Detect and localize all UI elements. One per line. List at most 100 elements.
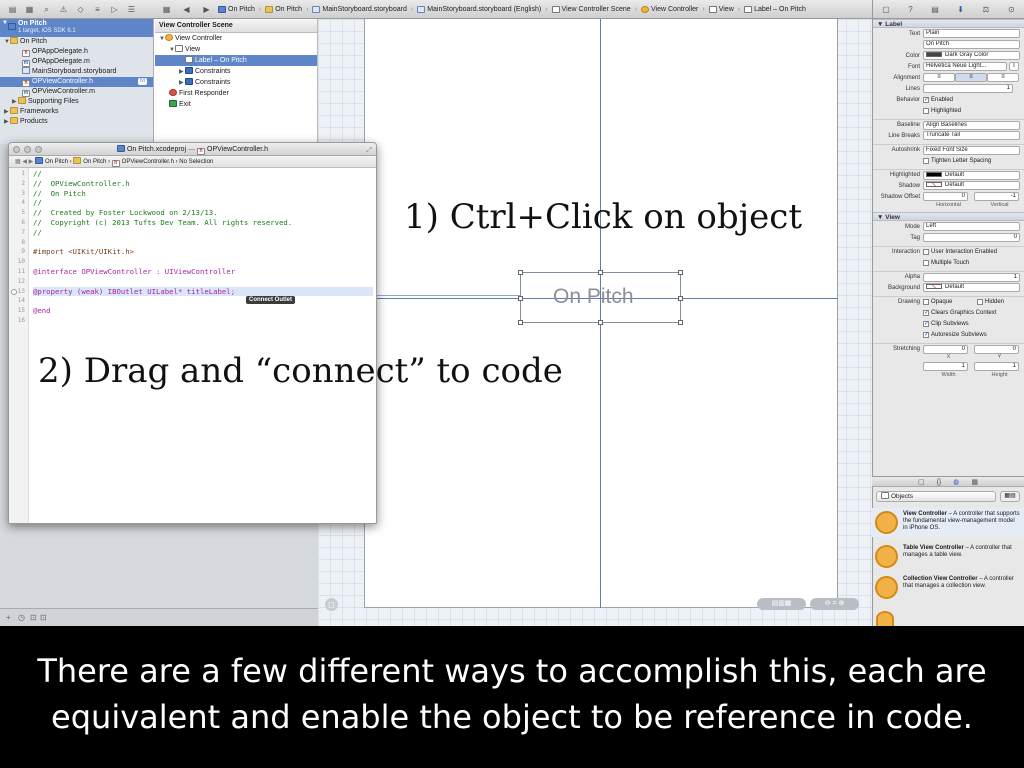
resize-handle[interactable] <box>678 320 683 325</box>
resize-handle[interactable] <box>678 296 683 301</box>
connections-inspector-icon[interactable]: ⊙ <box>1008 5 1015 14</box>
forward-arrow-icon[interactable]: ▶ <box>201 5 212 14</box>
back-arrow-icon[interactable]: ◀ <box>22 159 27 165</box>
autoresize-checkbox[interactable]: ✓ <box>923 331 929 338</box>
filter-icon[interactable]: ⊡ <box>40 613 47 622</box>
breadcrumb-folder[interactable]: On Pitch <box>265 5 302 13</box>
line-breaks-select[interactable]: Truncate Tail <box>923 131 1020 140</box>
navigator-item[interactable]: ▶ Frameworks <box>0 107 153 117</box>
project-icon[interactable]: ▦ <box>24 5 35 14</box>
forward-arrow-icon[interactable]: ▶ <box>29 159 34 165</box>
view-mode-toggle[interactable]: ▦▤ <box>1000 491 1020 502</box>
navigator-item[interactable]: m OPViewController.m <box>0 87 153 97</box>
jump-crumb[interactable]: No Selection <box>179 159 213 165</box>
breadcrumb-scene[interactable]: View Controller Scene <box>551 5 631 13</box>
log-icon[interactable]: ☰ <box>126 5 137 14</box>
layout-controls[interactable]: ▤▥▦ <box>757 598 806 610</box>
minimize-window-icon[interactable] <box>24 146 31 153</box>
align-right-icon[interactable]: ≡ <box>987 73 1019 82</box>
baseline-select[interactable]: Align Baselines <box>923 120 1020 130</box>
user-interaction-checkbox[interactable] <box>923 249 929 255</box>
project-root-item[interactable]: ▼ On Pitch 1 target, iOS SDK 6.1 <box>0 19 153 37</box>
breadcrumb-label[interactable]: Label – On Pitch <box>744 5 806 13</box>
related-items-icon[interactable]: ▦ <box>161 5 172 14</box>
add-icon[interactable]: + <box>6 613 11 622</box>
breakpoint-icon[interactable]: ▷ <box>109 5 120 14</box>
enabled-checkbox[interactable]: ✓ <box>923 96 929 103</box>
jump-crumb[interactable]: On Pitch <box>83 159 106 165</box>
font-picker-icon[interactable]: T <box>1009 62 1019 71</box>
resize-handle[interactable] <box>518 270 523 275</box>
breadcrumb-storyboard[interactable]: MainStoryboard.storyboard <box>312 5 407 13</box>
outline-item-selected[interactable]: Label – On Pitch <box>155 55 317 66</box>
code-snippet-icon[interactable]: {} <box>937 477 942 486</box>
back-arrow-icon[interactable]: ◀ <box>181 5 192 14</box>
hidden-checkbox[interactable] <box>977 299 983 305</box>
test-icon[interactable]: ◇ <box>75 5 86 14</box>
font-field[interactable]: Helvetica Neue Light... <box>923 62 1007 71</box>
autoshrink-select[interactable]: Fixed Font Size <box>923 145 1020 155</box>
outline-item[interactable]: ▼ View Controller <box>155 33 317 44</box>
debug-icon[interactable]: ≡ <box>92 5 103 14</box>
tighten-checkbox[interactable] <box>923 157 929 164</box>
multiple-touch-checkbox[interactable] <box>923 259 929 266</box>
breadcrumb-project[interactable]: On Pitch <box>218 5 255 13</box>
zoom-controls[interactable]: ⊖ = ⊕ <box>810 598 859 610</box>
align-center-icon[interactable]: ≡ <box>955 73 987 82</box>
navigator-item[interactable]: ▶ Products <box>0 117 153 127</box>
jump-crumb[interactable]: On Pitch <box>45 159 68 165</box>
breadcrumb-view-controller[interactable]: View Controller <box>641 5 698 13</box>
stretch-x-field[interactable]: 0 <box>923 344 968 354</box>
shadow-offset-x-field[interactable]: 0 <box>923 192 968 201</box>
file-template-icon[interactable]: ▢ <box>918 477 925 486</box>
on-pitch-label[interactable]: On Pitch <box>553 285 634 309</box>
shadow-color-select[interactable]: Default <box>923 181 1020 190</box>
text-value-field[interactable]: On Pitch <box>923 40 1020 49</box>
breadcrumb-storyboard-english[interactable]: MainStoryboard.storyboard (English) <box>417 5 541 13</box>
breadcrumb-view[interactable]: View <box>708 5 734 13</box>
resize-handle[interactable] <box>598 270 603 275</box>
clears-context-checkbox[interactable]: ✓ <box>923 309 929 316</box>
library-item[interactable]: View Controller – A controller that supp… <box>872 508 1024 537</box>
outline-item[interactable]: ▼ View <box>155 44 317 55</box>
navigator-item[interactable]: ▼ On Pitch <box>0 37 153 47</box>
align-left-icon[interactable]: ≡ <box>923 73 955 82</box>
outlet-connection-circle-icon[interactable] <box>11 289 17 295</box>
opaque-checkbox[interactable] <box>923 299 929 305</box>
object-library-icon[interactable]: ◍ <box>953 477 959 486</box>
resize-handle[interactable] <box>678 270 683 275</box>
file-inspector-icon[interactable]: ▢ <box>882 5 890 14</box>
navigator-item[interactable]: MainStoryboard.storyboard <box>0 67 153 77</box>
outline-item[interactable]: Exit <box>155 99 317 110</box>
highlighted-color-select[interactable]: Default <box>923 170 1020 180</box>
resize-handle[interactable] <box>518 296 523 301</box>
resize-handle[interactable] <box>518 320 523 325</box>
navigator-item[interactable]: m OPAppDelegate.m <box>0 57 153 67</box>
highlighted-checkbox[interactable] <box>923 107 929 114</box>
stretch-height-field[interactable]: 1 <box>974 362 1019 371</box>
navigator-item[interactable]: h OPAppDelegate.h <box>0 47 153 57</box>
library-item[interactable]: Table View Controller – A controller tha… <box>872 542 1024 571</box>
identity-inspector-icon[interactable]: ▤ <box>931 5 939 14</box>
tag-field[interactable]: 0 <box>923 233 1020 242</box>
navigator-grid-icon[interactable]: ▤ <box>7 5 18 14</box>
stretch-width-field[interactable]: 1 <box>923 362 968 371</box>
lines-field[interactable]: 1 <box>923 84 1013 93</box>
library-filter-select[interactable]: Objects <box>876 491 996 502</box>
filter-icon[interactable]: ⊡ <box>30 613 37 622</box>
zoom-window-icon[interactable] <box>35 146 42 153</box>
library-item[interactable]: Collection View Controller – A controlle… <box>872 573 1024 602</box>
navigator-item-selected[interactable]: h OPViewController.h M <box>0 77 153 87</box>
shadow-offset-y-field[interactable]: -1 <box>974 192 1019 201</box>
related-items-icon[interactable]: ▦ <box>15 159 21 165</box>
quick-help-icon[interactable]: ? <box>908 5 912 14</box>
view-section-header[interactable]: ▼ View <box>873 212 1024 221</box>
stretch-y-field[interactable]: 0 <box>974 344 1019 354</box>
jump-crumb[interactable]: OPViewController.h <box>122 159 174 165</box>
color-select[interactable]: Dark Gray Color <box>923 51 1020 60</box>
clock-icon[interactable]: ◷ <box>18 613 25 622</box>
clip-subviews-checkbox[interactable]: ✓ <box>923 320 929 327</box>
size-inspector-icon[interactable]: ⚖ <box>982 5 989 14</box>
outline-item[interactable]: ▶ Constraints <box>155 66 317 77</box>
outline-item[interactable]: First Responder <box>155 88 317 99</box>
